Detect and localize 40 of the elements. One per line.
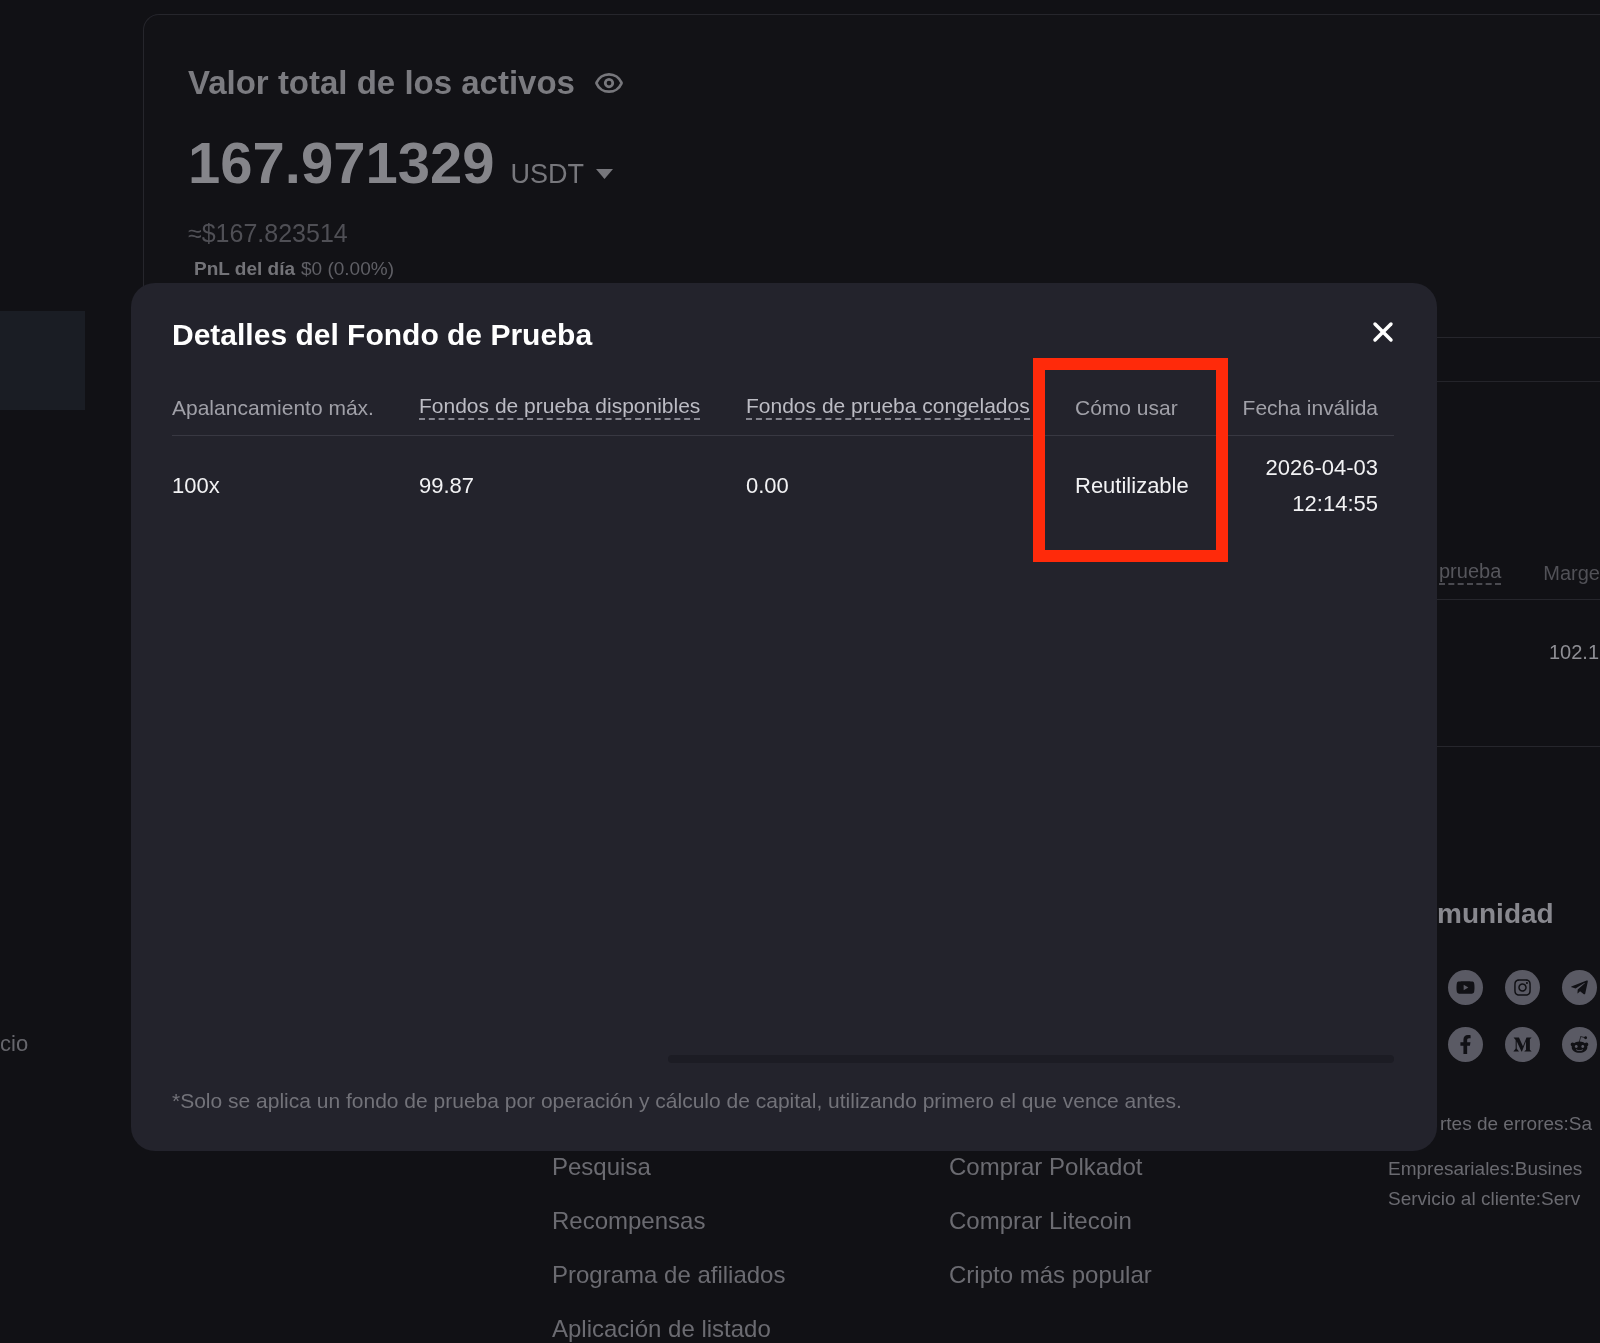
contact-line: rtes de errores:Sa	[1440, 1112, 1593, 1136]
sidebar-item[interactable]: cio	[0, 1031, 29, 1057]
card-title: Valor total de los activos	[188, 64, 575, 102]
column-header: Marge	[1543, 561, 1600, 585]
pnl-value: $0 (0.00%)	[301, 258, 394, 280]
table-cell: 102.1	[1549, 640, 1600, 664]
table-cell-text: 0.00	[746, 472, 789, 500]
footer-link[interactable]: Comprar Litecoin	[949, 1207, 1132, 1235]
footer-link[interactable]: Aplicación de listado	[552, 1315, 771, 1343]
column-header: Fondos de prueba congelados	[746, 394, 1030, 420]
letter-m-icon[interactable]	[1505, 1027, 1540, 1062]
footer-link[interactable]: Cripto más popular	[949, 1261, 1152, 1289]
column-header: Fondos de prueba disponibles	[419, 394, 701, 420]
approx-usd-value: ≈$167.823514	[188, 218, 348, 248]
letter-f-icon[interactable]	[1448, 1027, 1483, 1062]
section-title: munidad	[1437, 897, 1554, 931]
camera-icon[interactable]	[1505, 970, 1540, 1005]
footer-link[interactable]: Pesquisa	[552, 1153, 651, 1181]
table-cell-text: 2026-04-03 12:14:55	[1264, 454, 1378, 518]
contact-line: Empresariales:Busines	[1388, 1157, 1583, 1181]
footer-link[interactable]: Comprar Polkadot	[949, 1153, 1143, 1181]
table-cell-text: 99.87	[419, 472, 475, 500]
video-play-icon[interactable]	[1448, 970, 1483, 1005]
currency-dropdown[interactable]: USDT	[510, 158, 613, 190]
footnote: *Solo se aplica un fondo de prueba por operación y cálculo de capital, utilizando primero el que vence antes.	[172, 1089, 1182, 1113]
column-header: Apalancamiento máx.	[172, 396, 374, 420]
footer-link[interactable]: Programa de afiliados	[552, 1261, 786, 1289]
table-cell-text: 100x	[172, 472, 220, 500]
column-header: Fecha inválida	[1242, 396, 1378, 420]
paper-plane-icon[interactable]	[1562, 970, 1597, 1005]
modal-title: Detalles del Fondo de Prueba	[172, 317, 593, 353]
pnl-label: PnL del día	[194, 258, 295, 280]
alien-face-icon[interactable]	[1562, 1027, 1597, 1062]
caret-down-icon	[595, 169, 613, 179]
column-header: Cómo usar	[1075, 396, 1178, 420]
balance-value: 167.971329	[188, 130, 495, 196]
footer-link[interactable]: Recompensas	[552, 1207, 706, 1235]
column-header: prueba	[1439, 559, 1502, 585]
contact-line: Servicio al cliente:Serv	[1388, 1187, 1581, 1211]
table-cell-text: Reutilizable	[1075, 472, 1189, 500]
